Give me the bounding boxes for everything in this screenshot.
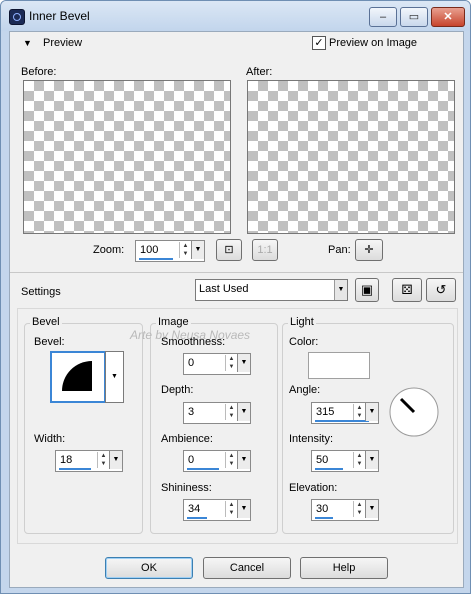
reset-icon[interactable]: ↺ <box>426 278 456 302</box>
width-bar <box>59 468 91 470</box>
cancel-button[interactable]: Cancel <box>203 557 291 579</box>
before-preview[interactable] <box>23 80 231 234</box>
elevation-value: 30 <box>316 503 329 515</box>
spin-arrows-icon[interactable]: ▲ ▼ <box>225 501 237 517</box>
spin-arrows-icon[interactable]: ▲ ▼ <box>179 242 191 258</box>
chevron-down-icon[interactable]: ▼ <box>191 241 204 259</box>
chevron-down-icon[interactable]: ▼ <box>237 354 250 372</box>
intensity-value: 50 <box>316 454 329 466</box>
chevron-down-icon[interactable]: ▼ <box>365 451 378 469</box>
preset-value: Last Used <box>199 283 249 295</box>
smoothness-value: 0 <box>188 357 195 369</box>
ok-button[interactable]: OK <box>105 557 193 579</box>
angle-label: Angle: <box>289 384 321 396</box>
spin-arrows-icon[interactable]: ▲ ▼ <box>353 501 365 517</box>
preview-on-image-label: Preview on Image <box>329 37 418 49</box>
title-bar[interactable]: Inner Bevel – ▭ ✕ <box>1 1 470 31</box>
chevron-down-icon[interactable]: ▼ <box>365 500 378 518</box>
ambience-bar <box>187 468 219 470</box>
pan-crosshair-icon[interactable]: ✛ <box>355 239 383 261</box>
angle-value: 315 <box>316 406 335 418</box>
bevel-shape-picker[interactable] <box>50 351 106 403</box>
angle-spinner[interactable]: 315 ▲ ▼ ▼ <box>311 402 379 424</box>
elevation-spinner[interactable]: 30 ▲ ▼ ▼ <box>311 499 379 521</box>
preset-dropdown[interactable]: Last Used ▼ <box>195 279 348 301</box>
elevation-bar <box>315 517 333 519</box>
ambience-spinner[interactable]: 0 ▲ ▼ ▼ <box>183 450 251 472</box>
width-value: 18 <box>60 454 73 466</box>
intensity-label: Intensity: <box>289 433 334 445</box>
depth-spinner[interactable]: 3 ▲ ▼ ▼ <box>183 402 251 424</box>
light-group-label: Light <box>288 316 316 328</box>
spin-arrows-icon[interactable]: ▲ ▼ <box>225 452 237 468</box>
fit-window-icon[interactable]: ⊡ <box>216 239 242 261</box>
spin-arrows-icon[interactable]: ▲ ▼ <box>353 404 365 420</box>
smoothness-spinner[interactable]: 0 ▲ ▼ ▼ <box>183 353 251 375</box>
shininess-label: Shininess: <box>161 482 212 494</box>
window-title: Inner Bevel <box>29 9 90 23</box>
image-group-label: Image <box>156 316 191 328</box>
dialog-body: ▼ Preview ✓ Preview on Image Before: Aft… <box>9 31 464 588</box>
save-preset-icon[interactable]: ▣ <box>355 278 379 302</box>
color-label: Color: <box>289 336 319 348</box>
zoom-value: 100 <box>140 244 159 256</box>
chevron-down-icon[interactable]: ▼ <box>109 451 122 469</box>
spin-arrows-icon[interactable]: ▲ ▼ <box>225 404 237 420</box>
width-spinner[interactable]: 18 ▲ ▼ ▼ <box>55 450 123 472</box>
chevron-down-icon[interactable]: ▼ <box>105 351 124 403</box>
chevron-down-icon[interactable]: ▼ <box>237 451 250 469</box>
preview-toggle-label[interactable]: Preview <box>43 37 82 49</box>
pan-label: Pan: <box>328 244 351 256</box>
bevel-group-label: Bevel <box>30 316 62 328</box>
intensity-bar <box>315 468 343 470</box>
shininess-value: 34 <box>188 503 201 515</box>
light-color-swatch[interactable] <box>308 352 370 379</box>
shininess-bar <box>187 517 207 519</box>
spin-arrows-icon[interactable]: ▲ ▼ <box>225 355 237 371</box>
angle-dial[interactable] <box>388 386 440 438</box>
actual-size-icon: 1:1 <box>252 239 278 261</box>
chevron-down-icon[interactable]: ▼ <box>237 500 250 518</box>
after-preview[interactable] <box>247 80 455 234</box>
depth-value: 3 <box>188 406 195 418</box>
angle-dial-icon <box>389 387 439 437</box>
help-button[interactable]: Help <box>300 557 388 579</box>
preview-on-image-checkbox[interactable]: ✓ <box>312 36 326 50</box>
minimize-button[interactable]: – <box>369 7 397 27</box>
chevron-down-icon[interactable]: ▼ <box>365 403 378 421</box>
inner-bevel-dialog: Inner Bevel – ▭ ✕ ▼ Preview ✓ Preview on… <box>0 0 471 594</box>
smoothness-label: Smoothness: <box>161 336 226 348</box>
spin-arrows-icon[interactable]: ▲ ▼ <box>353 452 365 468</box>
chevron-down-icon[interactable]: ▼ <box>237 403 250 421</box>
ambience-value: 0 <box>188 454 195 466</box>
zoom-spinner[interactable]: 100 ▲ ▼ ▼ <box>135 240 205 262</box>
spin-arrows-icon[interactable]: ▲ ▼ <box>97 452 109 468</box>
bevel-shape-label: Bevel: <box>34 336 65 348</box>
separator <box>10 272 463 273</box>
elevation-label: Elevation: <box>289 482 338 494</box>
dice-icon[interactable]: ⚄ <box>392 278 422 302</box>
width-label: Width: <box>34 433 66 445</box>
bevel-shape-icon <box>62 361 92 391</box>
depth-label: Depth: <box>161 384 194 396</box>
after-label: After: <box>246 66 273 78</box>
maximize-button[interactable]: ▭ <box>400 7 428 27</box>
angle-bar <box>315 420 369 422</box>
close-button[interactable]: ✕ <box>431 7 465 27</box>
zoom-bar <box>139 258 173 260</box>
shininess-spinner[interactable]: 34 ▲ ▼ ▼ <box>183 499 251 521</box>
zoom-label: Zoom: <box>93 244 125 256</box>
chevron-down-icon[interactable]: ▼ <box>334 280 347 300</box>
before-label: Before: <box>21 66 57 78</box>
intensity-spinner[interactable]: 50 ▲ ▼ ▼ <box>311 450 379 472</box>
ambience-label: Ambience: <box>161 433 213 445</box>
app-icon <box>9 9 25 25</box>
settings-label: Settings <box>21 286 61 298</box>
collapse-triangle-icon[interactable]: ▼ <box>23 38 32 48</box>
